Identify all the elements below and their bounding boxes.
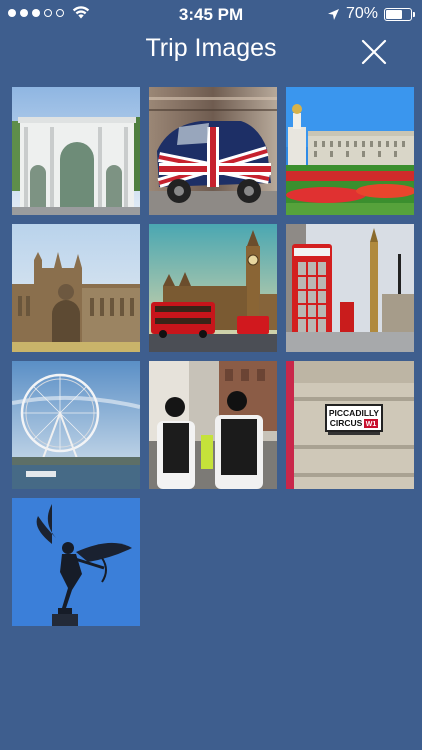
image-thumbnail-red-telephone-box[interactable] bbox=[286, 224, 414, 352]
westminster-abbey-photo bbox=[12, 224, 140, 352]
piccadilly-circus-photo: PICCADILLY CIRCUS W1 bbox=[286, 361, 414, 489]
battery-icon bbox=[384, 7, 415, 21]
location-arrow-icon bbox=[327, 8, 339, 20]
eros-statue-photo bbox=[12, 498, 140, 626]
image-thumbnail-buckingham-palace[interactable] bbox=[286, 87, 414, 215]
battery-tip bbox=[413, 11, 415, 17]
image-thumbnail-police-officers[interactable] bbox=[149, 361, 277, 489]
status-right: 70% bbox=[327, 5, 415, 23]
union-jack-taxi-photo bbox=[149, 87, 277, 215]
close-icon bbox=[361, 39, 387, 65]
close-button[interactable] bbox=[358, 36, 390, 68]
image-thumbnail-union-jack-taxi[interactable] bbox=[149, 87, 277, 215]
big-ben-red-buses-photo bbox=[149, 224, 277, 352]
image-thumbnail-london-eye[interactable] bbox=[12, 361, 140, 489]
image-thumbnail-marble-arch[interactable] bbox=[12, 87, 140, 215]
police-officers-photo bbox=[149, 361, 277, 489]
image-thumbnail-eros-statue[interactable] bbox=[12, 498, 140, 626]
status-bar: 3:45 PM 70% bbox=[0, 0, 422, 28]
buckingham-palace-photo bbox=[286, 87, 414, 215]
sign-text-line1: PICCADILLY bbox=[329, 408, 380, 418]
marble-arch-photo bbox=[12, 87, 140, 215]
sign-district-code: W1 bbox=[366, 421, 377, 428]
sign-text-line2: CIRCUS bbox=[330, 418, 363, 428]
image-thumbnail-piccadilly-circus-sign[interactable]: PICCADILLY CIRCUS W1 bbox=[286, 361, 414, 489]
battery-percent: 70% bbox=[345, 5, 378, 22]
image-grid: PICCADILLY CIRCUS W1 bbox=[12, 87, 414, 626]
battery-fill bbox=[386, 9, 403, 19]
image-thumbnail-big-ben-red-buses[interactable] bbox=[149, 224, 277, 352]
image-thumbnail-westminster-abbey[interactable] bbox=[12, 224, 140, 352]
red-telephone-box-photo bbox=[286, 224, 414, 352]
london-eye-photo bbox=[12, 361, 140, 489]
